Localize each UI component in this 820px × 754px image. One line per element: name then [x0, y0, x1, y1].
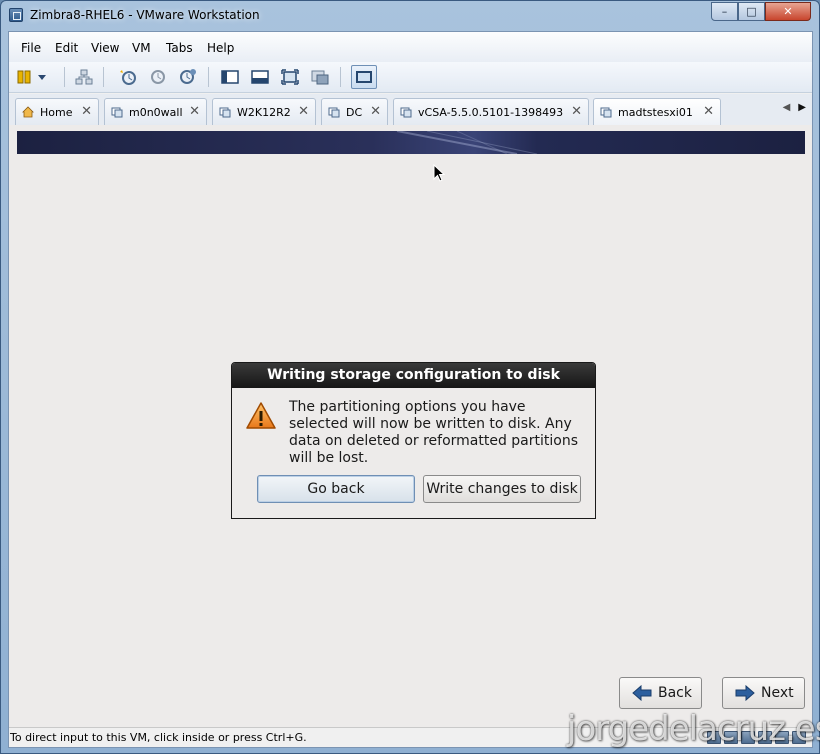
storage-dialog: Writing storage configuration to disk Th…: [231, 362, 596, 519]
minimize-button[interactable]: –: [711, 2, 738, 21]
take-snapshot-button[interactable]: [117, 66, 139, 88]
snapshot-icon: [120, 70, 136, 85]
tab-m0n0wall[interactable]: m0n0wall ✕: [104, 98, 207, 125]
menu-help[interactable]: Help: [207, 41, 234, 55]
console-view-icon: [356, 71, 372, 83]
quick-switch-button[interactable]: [249, 66, 271, 88]
window-controls: – □ ✕: [711, 2, 811, 22]
vm-console[interactable]: Writing storage configuration to disk Th…: [9, 125, 812, 727]
tab-close-icon[interactable]: ✕: [298, 104, 309, 119]
window-title: Zimbra8-RHEL6 - VMware Workstation: [30, 8, 260, 22]
snapshot-manager-button[interactable]: [177, 66, 199, 88]
home-icon: [22, 106, 34, 118]
scroll-left-icon[interactable]: ◀: [783, 102, 791, 113]
console-view-button[interactable]: [351, 65, 377, 89]
send-ctrl-alt-del-button[interactable]: [73, 66, 95, 88]
menu-vm[interactable]: VM: [132, 41, 151, 55]
tab-scroll-arrows: ◀ ▶: [783, 102, 806, 113]
mouse-cursor-icon: [433, 164, 445, 182]
tab-close-icon[interactable]: ✕: [571, 104, 582, 119]
vmware-app-icon: [9, 8, 23, 22]
tab-dc[interactable]: DC ✕: [321, 98, 388, 125]
watermark: jorgedelacruz.es: [567, 709, 820, 749]
tab-label: m0n0wall: [129, 106, 183, 119]
toolbar-separator: [103, 67, 104, 87]
tab-label: vCSA-5.5.0.5101-1398493: [418, 106, 564, 119]
revert-icon: [151, 70, 165, 84]
maximize-button[interactable]: □: [738, 2, 765, 21]
client-area: File Edit View VM Tabs Help Home ✕ m0n0w…: [8, 31, 813, 748]
back-button[interactable]: Back: [619, 677, 702, 709]
tab-label: DC: [346, 106, 363, 119]
toolbar-separator: [64, 67, 65, 87]
scroll-right-icon[interactable]: ▶: [798, 102, 806, 113]
warning-icon: [246, 402, 276, 429]
power-pause-dropdown-button[interactable]: [15, 66, 51, 88]
quick-switch-icon: [251, 70, 269, 84]
vmware-window: Zimbra8-RHEL6 - VMware Workstation – □ ✕…: [0, 0, 820, 754]
dialog-message: The partitioning options you have select…: [289, 399, 579, 466]
library-icon: [221, 70, 239, 84]
menu-edit[interactable]: Edit: [55, 41, 78, 55]
tab-close-icon[interactable]: ✕: [81, 104, 92, 119]
tab-w2k12r2[interactable]: W2K12R2 ✕: [212, 98, 316, 125]
tab-home[interactable]: Home ✕: [15, 98, 99, 125]
tab-label: madtstesxi01: [618, 106, 693, 119]
unity-icon: [311, 70, 329, 85]
tab-bar: Home ✕ m0n0wall ✕ W2K12R2 ✕ DC ✕ vCSA-5.…: [9, 94, 812, 125]
write-changes-button[interactable]: Write changes to disk: [423, 475, 581, 503]
menu-file[interactable]: File: [21, 41, 41, 55]
back-arrow-icon: [632, 685, 652, 701]
next-label: Next: [761, 685, 794, 701]
title-bar[interactable]: Zimbra8-RHEL6 - VMware Workstation – □ ✕: [1, 1, 819, 31]
vm-icon: [111, 107, 123, 118]
menu-view[interactable]: View: [91, 41, 119, 55]
vm-icon: [400, 107, 412, 118]
tab-vcsa[interactable]: vCSA-5.5.0.5101-1398493 ✕: [393, 98, 589, 125]
tab-label: Home: [40, 106, 73, 119]
unity-button[interactable]: [309, 66, 331, 88]
next-arrow-icon: [735, 685, 755, 701]
go-back-button[interactable]: Go back: [257, 475, 415, 503]
close-button[interactable]: ✕: [765, 2, 811, 21]
dialog-title: Writing storage configuration to disk: [232, 363, 595, 388]
status-text: To direct input to this VM, click inside…: [10, 731, 307, 744]
menu-tabs[interactable]: Tabs: [166, 41, 193, 55]
full-screen-icon: [281, 69, 299, 85]
show-library-button[interactable]: [219, 66, 241, 88]
toolbar-separator: [208, 67, 209, 87]
tab-close-icon[interactable]: ✕: [189, 104, 200, 119]
next-button[interactable]: Next: [722, 677, 805, 709]
toolbar: [9, 62, 812, 93]
vm-icon: [219, 107, 231, 118]
vm-icon: [600, 107, 612, 118]
tab-close-icon[interactable]: ✕: [370, 104, 381, 119]
network-icon: [75, 69, 93, 85]
banner-streak: [396, 130, 538, 155]
tab-label: W2K12R2: [237, 106, 291, 119]
revert-snapshot-button[interactable]: [147, 66, 169, 88]
tab-madtstesxi01[interactable]: madtstesxi01 ✕: [593, 98, 721, 125]
pause-icon: [17, 70, 46, 84]
tab-close-icon[interactable]: ✕: [703, 104, 714, 119]
back-label: Back: [658, 685, 692, 701]
installer-banner: [17, 130, 805, 155]
toolbar-separator: [340, 67, 341, 87]
menu-bar: File Edit View VM Tabs Help: [9, 32, 812, 62]
full-screen-button[interactable]: [279, 66, 301, 88]
snapshot-manager-icon: [180, 69, 196, 84]
vm-icon: [328, 107, 340, 118]
